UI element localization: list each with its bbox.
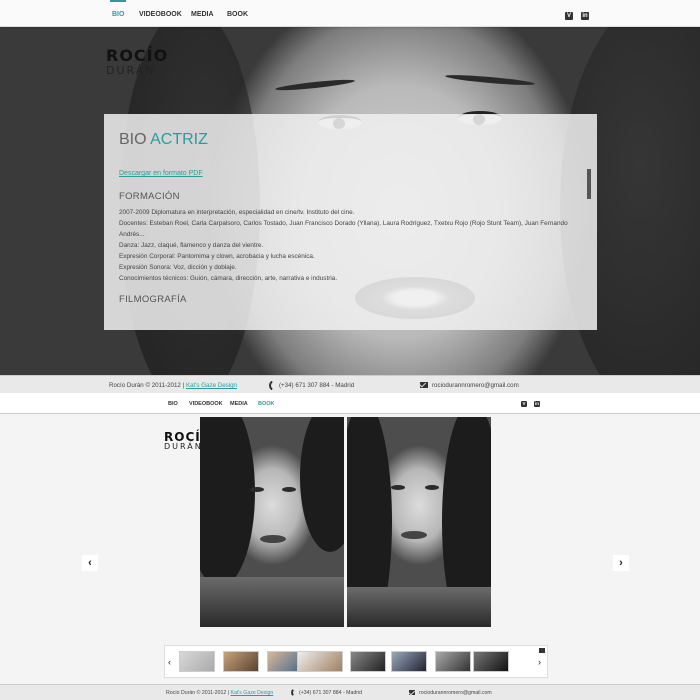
- book-footer-email[interactable]: rociodurannromero@gmail.com: [419, 690, 492, 696]
- section-heading-formacion: FORMACIÓN: [119, 191, 180, 202]
- formacion-line: 2007-2009 Diplomatura en interpretación,…: [119, 209, 355, 216]
- book-nav-item-videobook[interactable]: VIDEOBOOK: [189, 401, 223, 407]
- thumbnail[interactable]: [435, 651, 471, 672]
- download-pdf-link[interactable]: Descargar en formato PDF: [119, 170, 203, 177]
- nav-item-media[interactable]: MEDIA: [191, 11, 214, 18]
- thumbnail-strip: ‹ ›: [164, 645, 548, 678]
- book-nav-item-book[interactable]: BOOK: [258, 401, 275, 407]
- formacion-line: Expresión Sonora: Voz, dicción y doblaje…: [119, 264, 237, 271]
- book-nav-item-media[interactable]: MEDIA: [230, 401, 248, 407]
- photo-mouth: [401, 531, 427, 539]
- book-navigation-bar: BIO VIDEOBOOK MEDIA BOOK V in: [0, 393, 700, 414]
- title-part-actriz: ACTRIZ: [150, 131, 208, 148]
- page-footer: Rocío Durán © 2011-2012 | Kat's Gaze Des…: [0, 375, 700, 393]
- thumbnail[interactable]: [179, 651, 215, 672]
- nav-item-videobook[interactable]: VIDEOBOOK: [139, 11, 182, 18]
- footer-copyright-text: Rocío Durán © 2011-2012 |: [109, 382, 185, 389]
- footer-copyright: Rocío Durán © 2011-2012 | Kat's Gaze Des…: [109, 382, 237, 389]
- thumbs-prev-button[interactable]: ‹: [168, 657, 171, 667]
- book-nav-item-bio[interactable]: BIO: [168, 401, 178, 407]
- photo-clothing: [347, 587, 491, 627]
- thumbnail[interactable]: [297, 651, 343, 672]
- photo-eye: [282, 487, 296, 492]
- phone-icon: [288, 688, 297, 697]
- phone-icon: [266, 380, 277, 391]
- gallery-prev-button[interactable]: ‹: [82, 555, 98, 571]
- photo-hair: [300, 417, 344, 552]
- page-title: BIO ACTRIZ: [119, 131, 208, 149]
- photo-mouth: [260, 535, 286, 543]
- book-footer-copyright: Rocío Durán © 2011-2012 | Kat's Gaze Des…: [166, 690, 273, 696]
- thumbnail[interactable]: [350, 651, 386, 672]
- book-footer-phone: (+34) 671 307 884 - Madrid: [299, 690, 363, 696]
- portrait-brow-right: [444, 73, 536, 87]
- footer-credit-link[interactable]: Kat's Gaze Design: [186, 382, 237, 389]
- vimeo-icon[interactable]: V: [565, 12, 573, 20]
- thumbs-next-button[interactable]: ›: [538, 657, 541, 667]
- thumbnail[interactable]: [391, 651, 427, 672]
- footer-email[interactable]: rociodurannromero@gmail.com: [432, 382, 519, 389]
- top-navigation-bar: BIO VIDEOBOOK MEDIA BOOK V in: [0, 0, 700, 27]
- book-page-footer: Rocío Durán © 2011-2012 | Kat's Gaze Des…: [0, 684, 700, 700]
- book-page-screenshot: BIO VIDEOBOOK MEDIA BOOK V in ROCÍO DURÁ…: [0, 393, 700, 700]
- photo-clothing: [200, 577, 344, 627]
- portrait-brow-left: [274, 77, 356, 93]
- section-heading-filmografia: FILMOGRAFÍA: [119, 294, 187, 305]
- panel-scrollbar-thumb[interactable]: [587, 169, 591, 199]
- nav-item-bio[interactable]: BIO: [112, 11, 124, 18]
- photo-eye: [391, 485, 405, 490]
- title-part-bio: BIO: [119, 131, 147, 148]
- book-footer-credit-link[interactable]: Kat's Gaze Design: [231, 690, 274, 696]
- linkedin-icon[interactable]: in: [534, 401, 540, 407]
- mail-icon: [420, 382, 428, 388]
- thumbnail[interactable]: [473, 651, 509, 672]
- gallery-photo-1[interactable]: [200, 417, 344, 627]
- formacion-line: Docentes: Esteban Roel, Carla Carpalsoro…: [119, 220, 568, 238]
- formacion-line: Conocimientos técnicos: Guión, cámara, d…: [119, 275, 338, 282]
- bio-content-panel: BIO ACTRIZ Descargar en formato PDF FORM…: [104, 114, 597, 330]
- gallery-next-button[interactable]: ›: [613, 555, 629, 571]
- thumbnail[interactable]: [223, 651, 259, 672]
- footer-phone: (+34) 671 307 884 - Madrid: [279, 382, 355, 389]
- book-footer-copyright-text: Rocío Durán © 2011-2012 |: [166, 690, 230, 696]
- vimeo-icon[interactable]: V: [521, 401, 527, 407]
- site-logo[interactable]: ROCÍO DURÁN: [106, 46, 169, 77]
- bio-page-screenshot: BIO VIDEOBOOK MEDIA BOOK V in ROCÍO DURÁ…: [0, 0, 700, 393]
- photo-hair: [200, 417, 255, 587]
- logo-line-1: ROCÍO: [106, 46, 169, 65]
- mail-icon: [409, 690, 415, 695]
- active-nav-indicator: [110, 0, 126, 2]
- fullscreen-icon[interactable]: [539, 648, 545, 653]
- photo-eye: [425, 485, 439, 490]
- formacion-line: Expresión Corporal: Pantomima y clown, a…: [119, 253, 315, 260]
- nav-item-book[interactable]: BOOK: [227, 11, 248, 18]
- linkedin-icon[interactable]: in: [581, 12, 589, 20]
- formacion-text: 2007-2009 Diplomatura en interpretación,…: [119, 207, 569, 284]
- photo-eye: [250, 487, 264, 492]
- formacion-line: Danza: Jazz, claqué, flamenco y danza de…: [119, 242, 264, 249]
- gallery-photo-2[interactable]: [347, 417, 491, 627]
- logo-line-2: DURÁN: [106, 64, 156, 77]
